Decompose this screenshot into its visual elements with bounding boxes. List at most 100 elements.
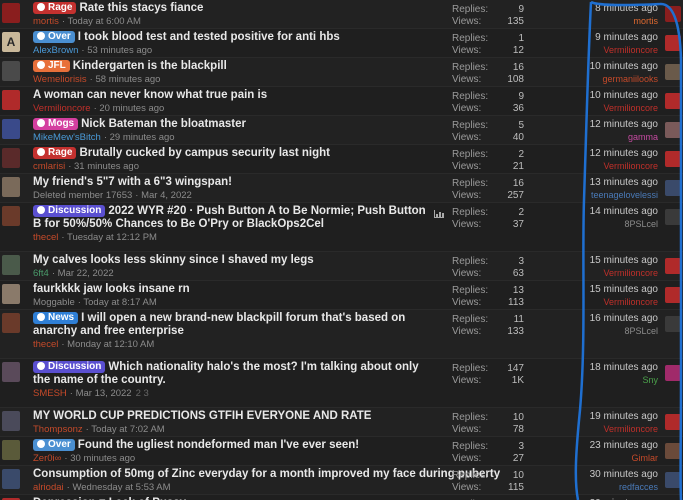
last-post-time[interactable]: 14 minutes ago bbox=[590, 206, 658, 218]
last-post-time[interactable]: 16 minutes ago bbox=[590, 313, 658, 325]
thread-start-date[interactable]: 29 minutes ago bbox=[110, 132, 175, 143]
last-post-avatar[interactable] bbox=[665, 93, 681, 109]
last-post-time[interactable]: 9 minutes ago bbox=[595, 32, 658, 44]
thread-row[interactable]: JFL Kindergarten is the blackpill Wemelior… bbox=[0, 58, 683, 87]
thread-author[interactable]: MikeMew'sBitch bbox=[33, 132, 101, 143]
last-post-time[interactable]: 8 minutes ago bbox=[595, 3, 658, 15]
last-post-user[interactable]: Vermilioncore bbox=[590, 160, 658, 172]
thread-author[interactable]: Moggable bbox=[33, 297, 75, 308]
thread-title[interactable]: Brutally cucked by campus security last … bbox=[79, 147, 330, 159]
thread-title[interactable]: My calves looks less skinny since I shav… bbox=[33, 254, 314, 266]
last-post-avatar[interactable] bbox=[665, 209, 681, 225]
last-post-avatar[interactable] bbox=[665, 414, 681, 430]
thread-start-date[interactable]: Mar 13, 2022 bbox=[76, 388, 132, 399]
thread-start-date[interactable]: Monday at 12:10 AM bbox=[67, 339, 154, 350]
last-post-avatar[interactable] bbox=[665, 316, 681, 332]
thread-author[interactable]: mortis bbox=[33, 16, 59, 27]
thread-row[interactable]: MY WORLD CUP PREDICTIONS GTFIH EVERYONE … bbox=[0, 408, 683, 437]
last-post-user[interactable]: 8PSLcel bbox=[590, 325, 658, 337]
thread-author-avatar[interactable] bbox=[2, 284, 20, 304]
thread-prefix-badge[interactable]: JFL bbox=[33, 60, 70, 72]
thread-row[interactable]: Over Found the ugliest nondeformed man I'… bbox=[0, 437, 683, 466]
last-post-user[interactable]: Vermilioncore bbox=[595, 44, 658, 56]
thread-row[interactable]: Discussion 2022 WYR #20 · Push Button A t… bbox=[0, 203, 683, 252]
thread-start-date[interactable]: Tuesday at 12:12 PM bbox=[67, 232, 157, 243]
last-post-avatar[interactable] bbox=[665, 287, 681, 303]
thread-start-date[interactable]: Today at 7:02 AM bbox=[91, 424, 164, 435]
last-post-time[interactable]: 15 minutes ago bbox=[590, 284, 658, 296]
last-post-user[interactable]: Vermilioncore bbox=[590, 102, 658, 114]
thread-title[interactable]: My friend's 5"7 with a 6"3 wingspan! bbox=[33, 176, 232, 188]
thread-author[interactable]: thecel bbox=[33, 339, 58, 350]
thread-row[interactable]: Mogs Nick Bateman the bloatmaster MikeMew'… bbox=[0, 116, 683, 145]
thread-title[interactable]: Nick Bateman the bloatmaster bbox=[81, 118, 246, 130]
thread-author-avatar[interactable] bbox=[2, 3, 20, 23]
thread-prefix-badge[interactable]: Discussion bbox=[33, 205, 106, 217]
thread-row[interactable]: Consumption of 50mg of Zinc everyday for… bbox=[0, 466, 683, 495]
last-post-time[interactable]: 18 minutes ago bbox=[590, 362, 658, 374]
thread-author[interactable]: alriodai bbox=[33, 482, 64, 493]
thread-author-avatar[interactable] bbox=[2, 206, 20, 226]
thread-author[interactable]: Wemeliorisis bbox=[33, 74, 87, 85]
thread-author-avatar[interactable] bbox=[2, 411, 20, 431]
thread-prefix-badge[interactable]: Over bbox=[33, 31, 75, 43]
last-post-avatar[interactable] bbox=[665, 472, 681, 488]
thread-start-date[interactable]: 58 minutes ago bbox=[95, 74, 160, 85]
thread-author[interactable]: SMESH bbox=[33, 388, 67, 399]
last-post-avatar[interactable] bbox=[665, 35, 681, 51]
last-post-time[interactable]: 10 minutes ago bbox=[590, 90, 658, 102]
thread-row[interactable]: News I will open a new brand-new blackpil… bbox=[0, 310, 683, 359]
thread-start-date[interactable]: Wednesday at 5:53 AM bbox=[72, 482, 170, 493]
last-post-user[interactable]: redfacces bbox=[590, 481, 658, 493]
thread-author[interactable]: Vermilioncore bbox=[33, 103, 91, 114]
last-post-time[interactable]: 13 minutes ago bbox=[590, 177, 658, 189]
last-post-user[interactable]: gamma bbox=[590, 131, 658, 143]
last-post-avatar[interactable] bbox=[665, 180, 681, 196]
thread-title[interactable]: Rate this stacys fiance bbox=[79, 2, 203, 14]
thread-author-avatar[interactable] bbox=[2, 362, 20, 382]
thread-author-avatar[interactable] bbox=[2, 469, 20, 489]
thread-author-avatar[interactable]: A bbox=[2, 32, 20, 52]
last-post-user[interactable]: germaniilooks bbox=[590, 73, 658, 85]
thread-start-date[interactable]: 53 minutes ago bbox=[87, 45, 152, 56]
thread-title[interactable]: MY WORLD CUP PREDICTIONS GTFIH EVERYONE … bbox=[33, 410, 371, 422]
thread-author[interactable]: cmlarisi bbox=[33, 161, 65, 172]
last-post-avatar[interactable] bbox=[665, 258, 681, 274]
thread-author[interactable]: thecel bbox=[33, 232, 58, 243]
thread-author[interactable]: Deleted member 17653 bbox=[33, 190, 132, 201]
last-post-user[interactable]: Vermilioncore bbox=[590, 267, 658, 279]
thread-prefix-badge[interactable]: Over bbox=[33, 439, 75, 451]
thread-author-avatar[interactable] bbox=[2, 313, 20, 333]
last-post-user[interactable]: Gimlar bbox=[590, 452, 659, 464]
thread-author[interactable]: 6ft4 bbox=[33, 268, 49, 279]
thread-prefix-badge[interactable]: Rage bbox=[33, 147, 77, 159]
last-post-user[interactable]: Vermilioncore bbox=[590, 296, 658, 308]
thread-author-avatar[interactable] bbox=[2, 90, 20, 110]
thread-author-avatar[interactable] bbox=[2, 177, 20, 197]
thread-row[interactable]: Rage Rate this stacys fiance mortis · Today… bbox=[0, 0, 683, 29]
last-post-avatar[interactable] bbox=[665, 151, 681, 167]
last-post-user[interactable]: Vermilioncore bbox=[590, 423, 658, 435]
thread-author[interactable]: Thompsonz bbox=[33, 424, 83, 435]
thread-prefix-badge[interactable]: News bbox=[33, 312, 79, 324]
last-post-time[interactable]: 30 minutes ago bbox=[590, 469, 658, 481]
last-post-user[interactable]: 8PSLcel bbox=[590, 218, 658, 230]
last-post-time[interactable]: 23 minutes ago bbox=[590, 440, 658, 452]
thread-prefix-badge[interactable]: Discussion bbox=[33, 361, 106, 373]
thread-title[interactable]: Kindergarten is the blackpill bbox=[73, 60, 227, 72]
last-post-time[interactable]: 19 minutes ago bbox=[590, 411, 658, 423]
thread-start-date[interactable]: Mar 22, 2022 bbox=[58, 268, 114, 279]
thread-row[interactable]: faurkkkk jaw looks insane rn Moggable · To… bbox=[0, 281, 683, 310]
thread-row[interactable]: Rage Brutally cucked by campus security l… bbox=[0, 145, 683, 174]
last-post-user[interactable]: mortis bbox=[595, 15, 659, 27]
thread-author-avatar[interactable] bbox=[2, 61, 20, 81]
last-post-avatar[interactable] bbox=[665, 443, 681, 459]
thread-author[interactable]: AlexBrown bbox=[33, 45, 78, 56]
thread-prefix-badge[interactable]: Mogs bbox=[33, 118, 79, 130]
thread-author-avatar[interactable] bbox=[2, 255, 20, 275]
last-post-time[interactable]: 12 minutes ago bbox=[590, 148, 658, 160]
thread-title[interactable]: A woman can never know what true pain is bbox=[33, 89, 267, 101]
last-post-time[interactable]: 12 minutes ago bbox=[590, 119, 658, 131]
thread-row[interactable]: My calves looks less skinny since I shav… bbox=[0, 252, 683, 281]
thread-start-date[interactable]: Mar 4, 2022 bbox=[141, 190, 192, 201]
